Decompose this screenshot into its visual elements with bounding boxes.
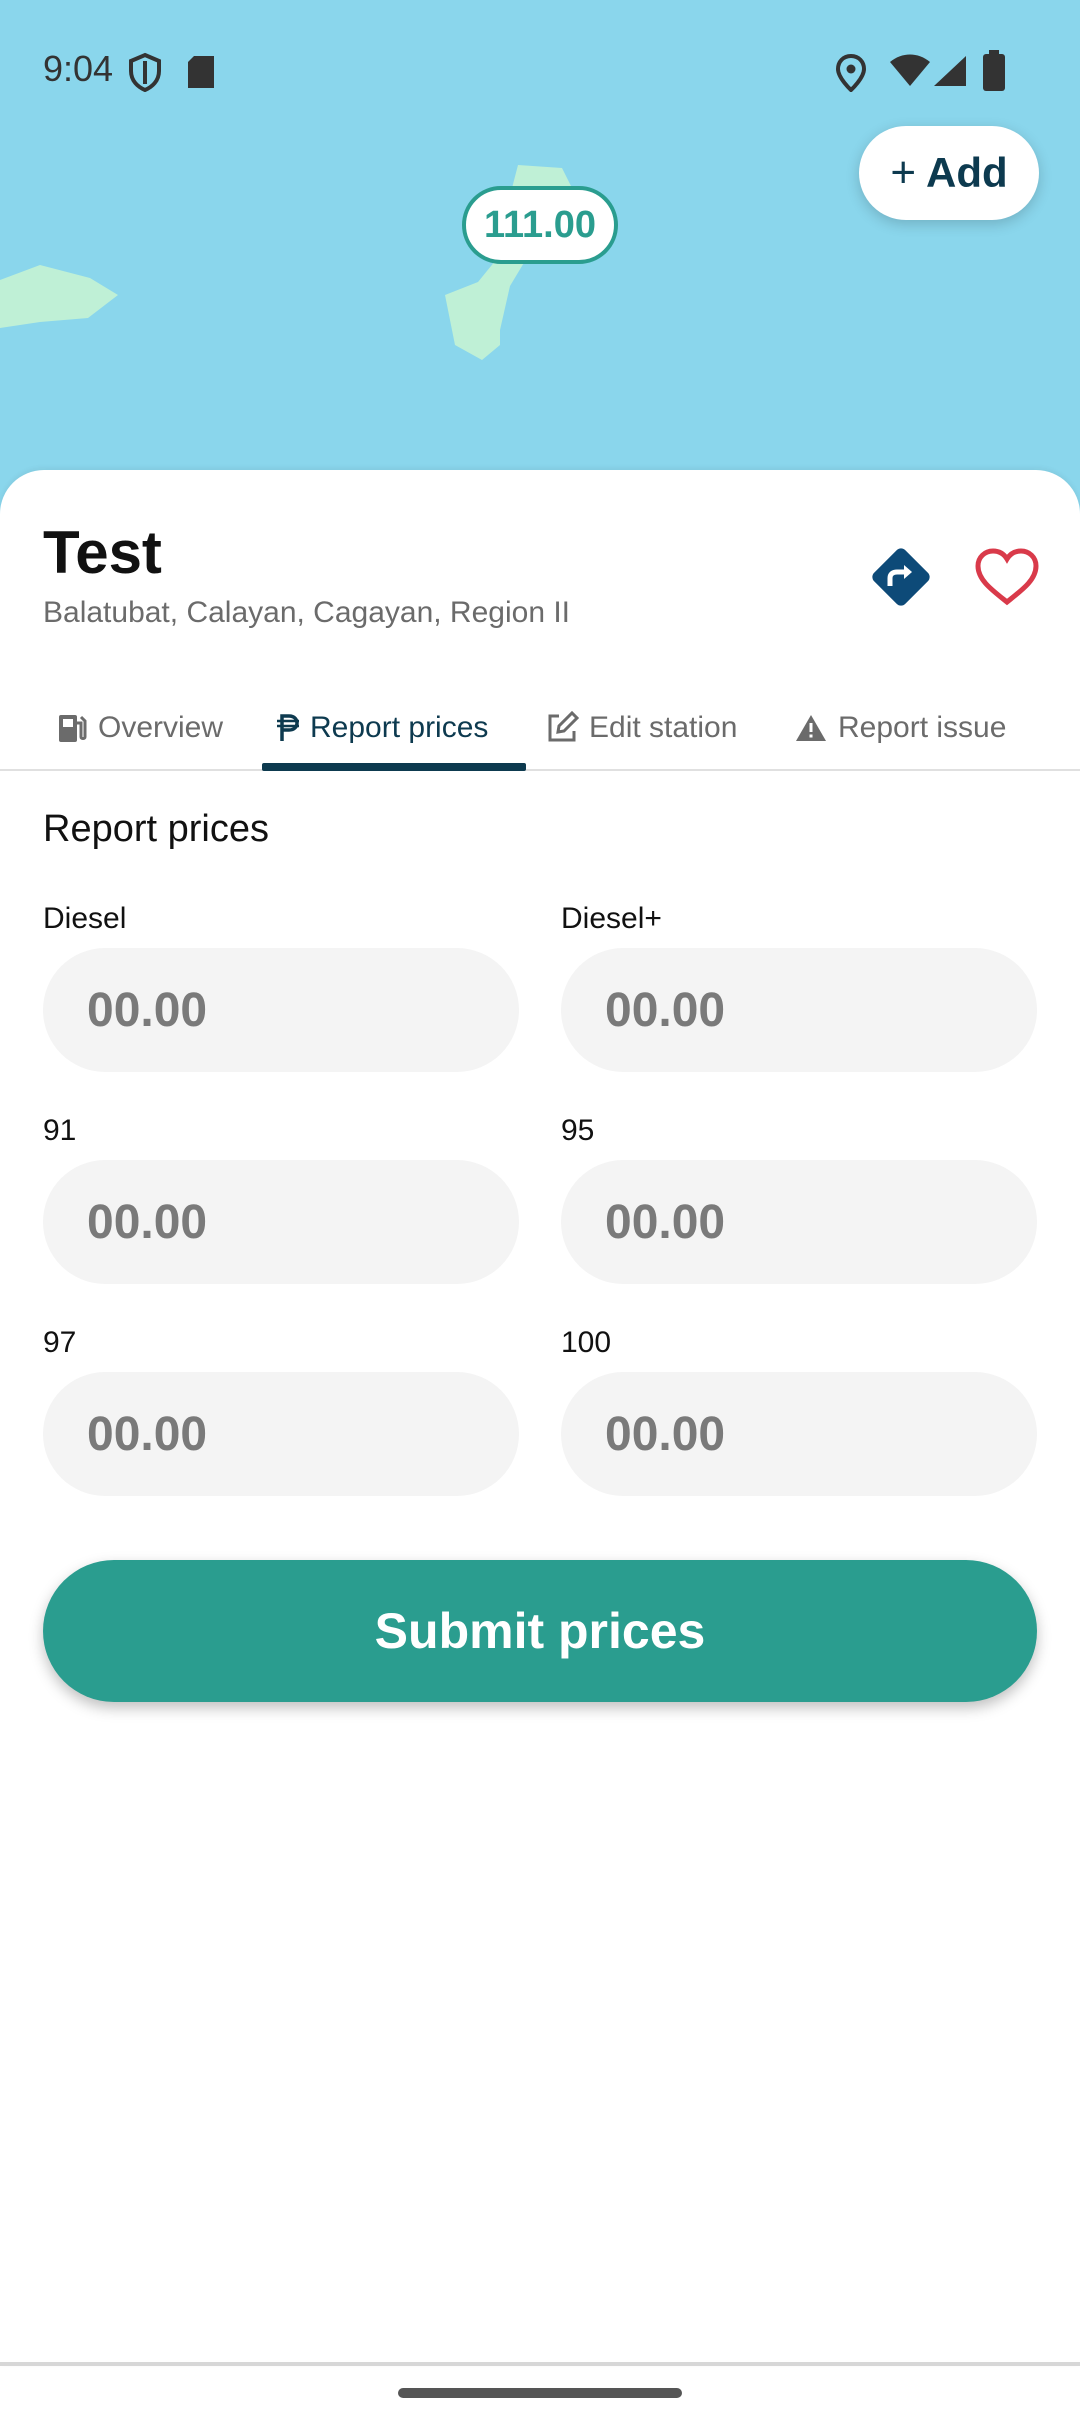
submit-prices-button[interactable]: Submit prices: [43, 1560, 1037, 1702]
heart-icon: [975, 548, 1039, 606]
shield-icon: [129, 52, 161, 92]
warning-icon: [796, 715, 826, 741]
field-label-100: 100: [561, 1326, 612, 1359]
tab-edit-station[interactable]: Edit station: [545, 685, 737, 771]
field-label-97: 97: [43, 1326, 77, 1359]
tab-report-issue[interactable]: Report issue: [794, 685, 1006, 771]
favorite-button[interactable]: [972, 542, 1042, 612]
map-price-marker-value: 111.00: [483, 203, 597, 246]
report-prices-title: Report prices: [43, 808, 269, 850]
diesel-price-input[interactable]: [43, 948, 519, 1072]
field-label-95: 95: [561, 1114, 595, 1147]
tab-overview[interactable]: Overview: [56, 685, 223, 771]
directions-icon: [872, 548, 930, 606]
tab-edit-station-label: Edit station: [589, 711, 738, 744]
tab-report-prices-label: Report prices: [310, 711, 489, 744]
tab-overview-label: Overview: [98, 711, 224, 744]
bottom-divider: [0, 2362, 1080, 2366]
map-price-marker[interactable]: 111.00: [462, 186, 618, 264]
91-price-input[interactable]: [43, 1160, 519, 1284]
fuel-pump-icon: [59, 715, 87, 742]
station-address: Balatubat, Calayan, Cagayan, Region II: [43, 596, 571, 629]
peso-icon: [277, 714, 299, 741]
active-tab-indicator: [262, 763, 526, 771]
field-label-91: 91: [43, 1114, 77, 1147]
station-tabs: Overview Report prices Edit station Repo…: [0, 685, 1080, 771]
plus-icon: +: [890, 148, 917, 197]
directions-button[interactable]: [866, 542, 936, 612]
97-price-input[interactable]: [43, 1372, 519, 1496]
95-price-input[interactable]: [561, 1160, 1037, 1284]
add-button-label: Add: [926, 149, 1008, 196]
status-bar: 9:04: [0, 0, 1080, 140]
signal-icon: [934, 56, 966, 86]
add-station-button[interactable]: + Add: [859, 126, 1039, 220]
home-indicator[interactable]: [398, 2388, 682, 2398]
field-label-diesel-plus: Diesel+: [561, 902, 662, 935]
100-price-input[interactable]: [561, 1372, 1037, 1496]
status-time: 9:04: [43, 48, 114, 89]
tab-report-prices[interactable]: Report prices: [276, 685, 488, 771]
wifi-icon: [890, 54, 930, 86]
station-bottom-sheet: Test Balatubat, Calayan, Cagayan, Region…: [0, 470, 1080, 2366]
battery-icon: [983, 50, 1005, 91]
station-name: Test: [43, 519, 162, 586]
diesel-plus-price-input[interactable]: [561, 948, 1037, 1072]
edit-icon: [548, 711, 579, 742]
sd-card-icon: [188, 56, 214, 88]
tab-report-issue-label: Report issue: [838, 711, 1007, 744]
location-icon: [836, 54, 866, 92]
field-label-diesel: Diesel: [43, 902, 127, 935]
